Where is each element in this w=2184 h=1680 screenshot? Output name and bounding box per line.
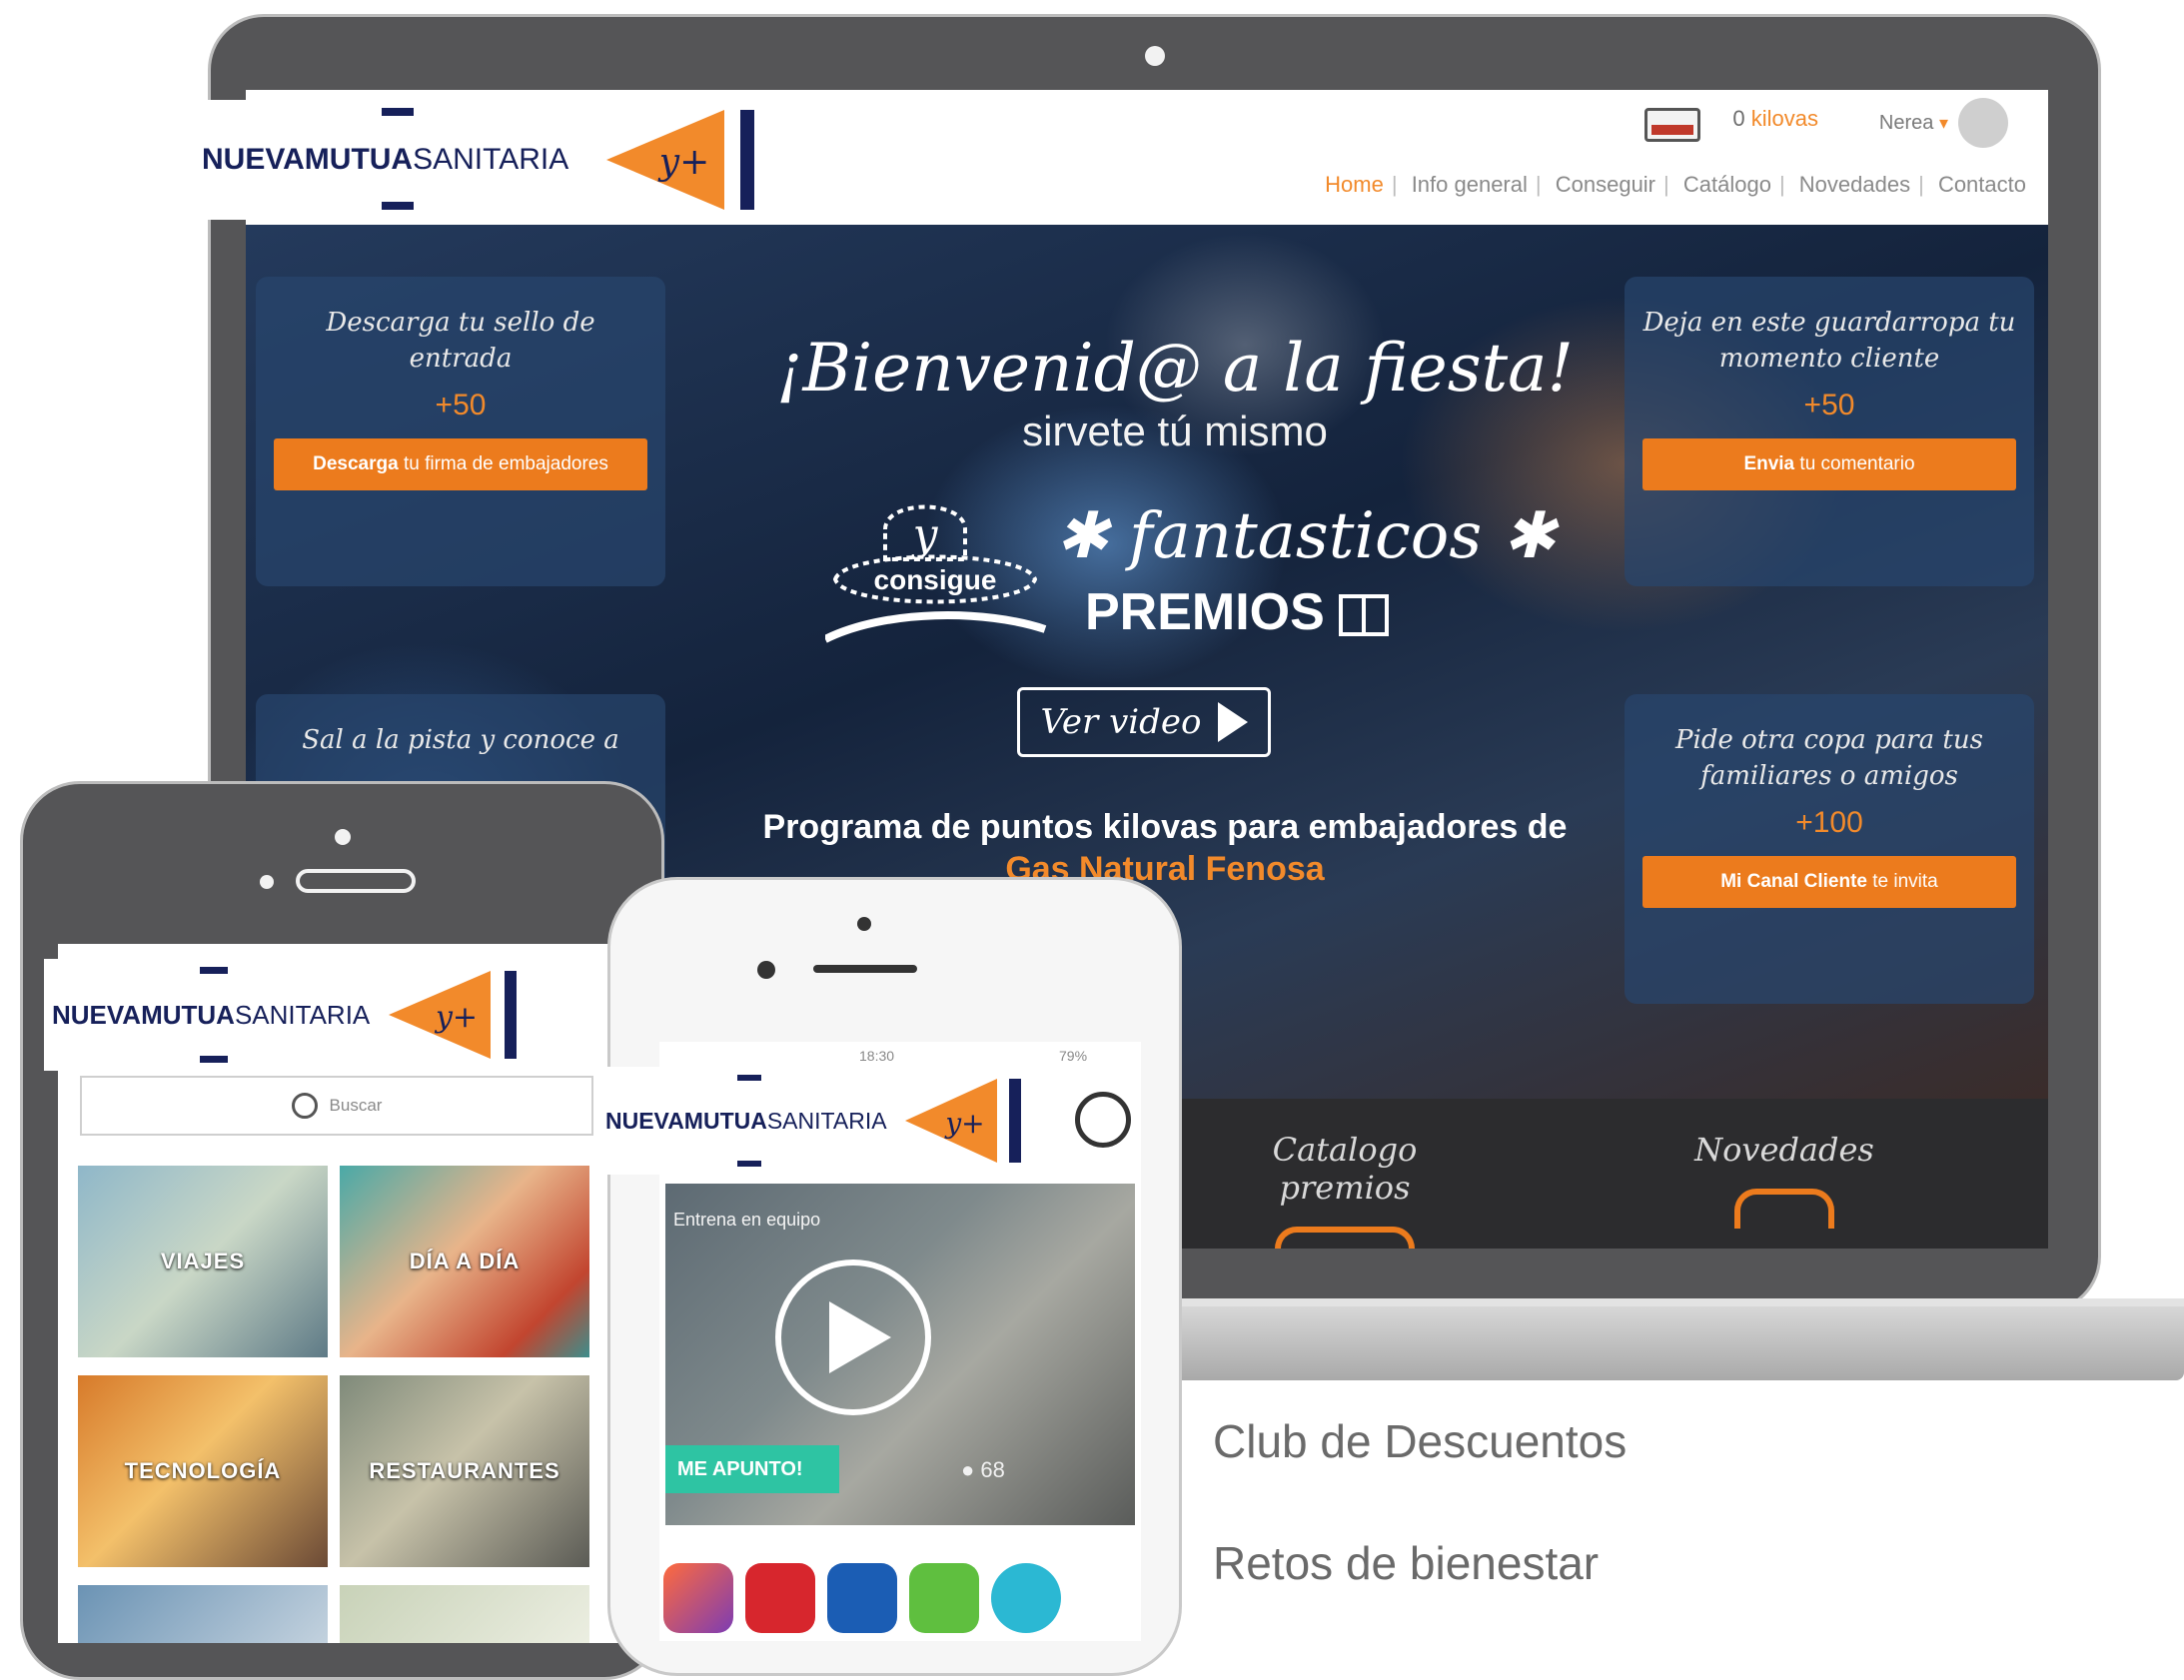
svg-text:y+: y+	[657, 142, 710, 183]
feature-retos-bienestar: Retos de bienestar	[1213, 1537, 1600, 1589]
profile-icon[interactable]	[1075, 1092, 1131, 1148]
brand-mark-icon: y+	[389, 971, 517, 1059]
news-link[interactable]: Novedades	[1674, 1131, 1894, 1229]
phone-left-camera	[335, 829, 351, 845]
card-invite-friends: Pide otra copa para tus familiares o ami…	[1625, 694, 2034, 1004]
avatar[interactable]	[1958, 98, 2008, 148]
nav-catalogo[interactable]: Catálogo	[1683, 172, 1771, 197]
nav-novedades[interactable]: Novedades	[1799, 172, 1910, 197]
brand-logo: NUEVAMUTUASANITARIA y+	[599, 1067, 1029, 1175]
tile-tecnologia[interactable]: TECNOLOGÍA	[78, 1375, 328, 1567]
brand-logo: NUEVAMUTUASANITARIA y+	[202, 100, 761, 220]
invite-button[interactable]: Mi Canal Cliente te invita	[1642, 856, 2016, 908]
search-icon	[291, 1093, 318, 1119]
brand-mark-icon: y+	[905, 1079, 1021, 1163]
phone-right-speaker	[813, 965, 917, 973]
hero-title: ¡Bienvenid@ a la fiesta!	[776, 330, 1574, 407]
tile-more[interactable]	[78, 1585, 328, 1643]
feature-club-descuentos: Club de Descuentos	[1213, 1415, 1628, 1467]
wallet-icon	[1644, 108, 1700, 142]
watch-video-button[interactable]: Ver video	[1017, 687, 1271, 757]
news-icon	[1734, 1189, 1834, 1229]
nav-info-general[interactable]: Info general	[1412, 172, 1528, 197]
video-caption: Entrena en equipo	[673, 1210, 821, 1230]
card-points: +50	[1803, 389, 1855, 421]
nav-contacto[interactable]: Contacto	[1938, 172, 2026, 197]
phone-right-sensor	[757, 961, 775, 979]
tile-viajes[interactable]: VIAJES	[78, 1166, 328, 1357]
search-placeholder: Buscar	[329, 1096, 383, 1115]
main-nav: Home | Info general | Conseguir | Catálogo |…	[1325, 172, 2026, 197]
brand-logo: NUEVAMUTUASANITARIA y+	[44, 959, 623, 1071]
phone-left-sensor	[260, 875, 274, 889]
card-download-seal: Descarga tu sello de entrada +50 Descarg…	[256, 277, 665, 586]
tile-more[interactable]	[340, 1585, 589, 1643]
join-challenge-button[interactable]: ME APUNTO!	[665, 1445, 839, 1493]
hero-subtitle: sirvete tú mismo	[1022, 408, 1328, 454]
challenge-video-card[interactable]: Entrena en equipo ME APUNTO! ● 68	[665, 1184, 1135, 1525]
user-menu[interactable]: Nerea ▾	[1879, 112, 1948, 135]
download-signature-button[interactable]: Descarga tu firma de embajadores	[274, 438, 647, 490]
hero-premios: PREMIOS	[1085, 582, 1390, 642]
search-input[interactable]: Buscar	[80, 1076, 593, 1136]
card-points: +100	[1795, 806, 1863, 839]
hero-fantasticos: ✱ fantasticos ✱	[1055, 499, 1557, 573]
play-icon	[829, 1301, 891, 1373]
app-heart-icon[interactable]	[663, 1563, 733, 1633]
app-run-icon[interactable]	[909, 1563, 979, 1633]
app-ride-icon[interactable]	[991, 1563, 1061, 1633]
send-comment-button[interactable]: Envia tu comentario	[1642, 438, 2016, 490]
play-icon	[1217, 702, 1248, 742]
app-vodafone-icon[interactable]	[745, 1563, 815, 1633]
catalog-icon	[1275, 1227, 1415, 1249]
tile-restaurantes[interactable]: RESTAURANTES	[340, 1375, 589, 1567]
chevron-down-icon: ▾	[1938, 113, 1948, 133]
card-cloakroom: Deja en este guardarropa tu momento clie…	[1625, 277, 2034, 586]
program-line: Programa de puntos kilovas para embajado…	[762, 808, 1568, 846]
brand-mark-icon: y+	[606, 110, 754, 210]
phone-left-speaker	[296, 869, 416, 893]
nav-home[interactable]: Home	[1325, 172, 1384, 197]
status-battery: 79%	[1059, 1048, 1088, 1064]
consigue-badge-icon: y consigue	[825, 504, 1047, 643]
tile-dia-a-dia[interactable]: DÍA A DÍA	[340, 1166, 589, 1357]
badge-consigue: consigue	[874, 564, 997, 595]
svg-text:y+: y+	[943, 1107, 984, 1140]
phone-right-camera	[857, 917, 871, 931]
status-time: 18:30	[859, 1048, 895, 1064]
svg-text:y+: y+	[434, 1000, 478, 1035]
laptop-base	[1079, 1306, 2184, 1380]
catalog-link[interactable]: Catalogo premios	[1225, 1131, 1465, 1249]
gift-icon	[1339, 594, 1390, 637]
card-points: +50	[435, 389, 487, 421]
points-balance: 0 kilovas	[1732, 106, 1818, 131]
badge-y: y	[911, 509, 939, 560]
participant-count: ● 68	[961, 1457, 1005, 1482]
laptop-camera	[1145, 46, 1165, 66]
person-icon: ●	[961, 1457, 975, 1482]
nav-conseguir[interactable]: Conseguir	[1556, 172, 1655, 197]
app-fitness-icon[interactable]	[827, 1563, 897, 1633]
